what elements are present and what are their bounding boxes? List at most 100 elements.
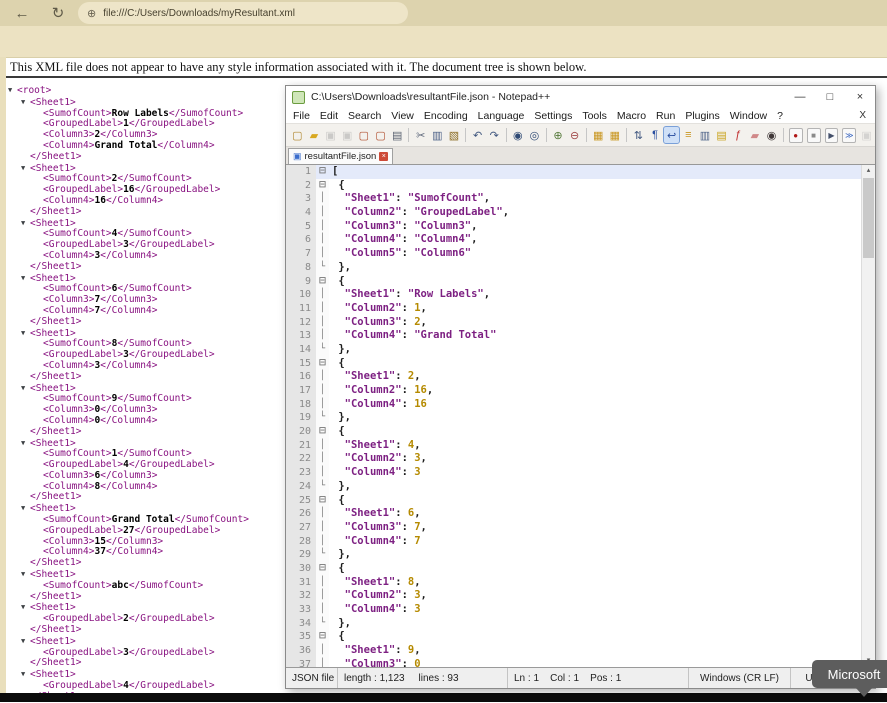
editor-line[interactable]: 23│ "Column4": 3: [286, 466, 875, 480]
doc-list-icon[interactable]: ▤: [714, 127, 729, 143]
doc-map-icon[interactable]: ▥: [698, 127, 713, 143]
menu-view[interactable]: View: [386, 110, 419, 122]
notepad-titlebar[interactable]: C:\Users\Downloads\resultantFile.json - …: [286, 86, 875, 108]
monitoring-icon[interactable]: ◉: [764, 127, 779, 143]
editor-line[interactable]: 25⊟ {: [286, 494, 875, 508]
editor-line[interactable]: 28│ "Column4": 7: [286, 535, 875, 549]
editor-line[interactable]: 1⊟[: [286, 165, 875, 179]
editor-line[interactable]: 26│ "Sheet1": 6,: [286, 507, 875, 521]
editor-line[interactable]: 20⊟ {: [286, 425, 875, 439]
indent-guide-icon[interactable]: ≡: [681, 127, 696, 143]
menu-file[interactable]: File: [288, 110, 315, 122]
editor-line[interactable]: 7│ "Column5": "Column6": [286, 247, 875, 261]
open-folder-icon[interactable]: ▰: [307, 127, 322, 143]
editor-line[interactable]: 22│ "Column2": 3,: [286, 452, 875, 466]
record-macro-icon[interactable]: ●: [789, 128, 803, 143]
menu-window[interactable]: Window: [725, 110, 772, 122]
redo-icon[interactable]: ↷: [487, 127, 502, 143]
save-macro-icon[interactable]: ▣: [859, 127, 874, 143]
address-bar[interactable]: ⊕ file:///C:/Users/Downloads/myResultant…: [78, 2, 408, 24]
undo-icon[interactable]: ↶: [470, 127, 485, 143]
save-session-icon[interactable]: ▦: [608, 127, 623, 143]
minimize-icon[interactable]: —: [785, 86, 815, 108]
stop-macro-icon[interactable]: ■: [807, 128, 821, 143]
editor-line[interactable]: 11│ "Column2": 1,: [286, 302, 875, 316]
fold-marker[interactable]: ⊟: [316, 357, 329, 371]
collapse-arrow-icon[interactable]: ▼: [21, 669, 30, 680]
menu-search[interactable]: Search: [343, 110, 386, 122]
collapse-arrow-icon[interactable]: ▼: [21, 569, 30, 580]
editor-line[interactable]: 19└ },: [286, 411, 875, 425]
tab-close-icon[interactable]: ×: [379, 152, 388, 161]
menu-edit[interactable]: Edit: [315, 110, 343, 122]
copy-icon[interactable]: ▥: [430, 127, 445, 143]
save-icon[interactable]: ▣: [323, 127, 338, 143]
collapse-arrow-icon[interactable]: ▼: [21, 163, 30, 174]
play-macro-icon[interactable]: ▶: [825, 128, 839, 143]
save-all-icon[interactable]: ▣: [340, 127, 355, 143]
cut-icon[interactable]: ✂: [413, 127, 428, 143]
close-icon[interactable]: ×: [845, 86, 875, 108]
editor-line[interactable]: 17│ "Column2": 16,: [286, 384, 875, 398]
zoom-out-icon[interactable]: ⊖: [567, 127, 582, 143]
editor-line[interactable]: 33│ "Column4": 3: [286, 603, 875, 617]
editor-line[interactable]: 27│ "Column3": 7,: [286, 521, 875, 535]
fold-marker[interactable]: ⊟: [316, 630, 329, 644]
menu-run[interactable]: Run: [651, 110, 680, 122]
collapse-arrow-icon[interactable]: ▼: [21, 383, 30, 394]
menu-encoding[interactable]: Encoding: [419, 110, 473, 122]
editor-line[interactable]: 16│ "Sheet1": 2,: [286, 370, 875, 384]
find-icon[interactable]: ◉: [510, 127, 525, 143]
fold-marker[interactable]: ⊟: [316, 425, 329, 439]
menu-plugins[interactable]: Plugins: [680, 110, 724, 122]
paste-icon[interactable]: ▧: [447, 127, 462, 143]
new-file-icon[interactable]: ▢: [290, 127, 305, 143]
editor-scrollbar[interactable]: ▴ ▾: [861, 165, 875, 667]
tab-resultantfile-json[interactable]: ▣ resultantFile.json ×: [288, 148, 393, 164]
function-list-icon[interactable]: ƒ: [731, 127, 746, 143]
editor-line[interactable]: 35⊟ {: [286, 630, 875, 644]
editor-line[interactable]: 24└ },: [286, 480, 875, 494]
menu-settings[interactable]: Settings: [529, 110, 577, 122]
editor-line[interactable]: 34└ },: [286, 617, 875, 631]
sync-scroll-icon[interactable]: ⇅: [631, 127, 646, 143]
close-all-icon[interactable]: ▢: [373, 127, 388, 143]
collapse-arrow-icon[interactable]: ▼: [8, 85, 17, 96]
fold-marker[interactable]: ⊟: [316, 562, 329, 576]
editor-line[interactable]: 36│ "Sheet1": 9,: [286, 644, 875, 658]
menu-macro[interactable]: Macro: [612, 110, 651, 122]
editor-line[interactable]: 29└ },: [286, 548, 875, 562]
editor-line[interactable]: 2⊟ {: [286, 179, 875, 193]
zoom-in-icon[interactable]: ⊕: [551, 127, 566, 143]
fold-marker[interactable]: ⊟: [316, 179, 329, 193]
fold-marker[interactable]: ⊟: [316, 165, 329, 179]
maximize-icon[interactable]: □: [815, 86, 845, 108]
folder-workspace-icon[interactable]: ▰: [748, 127, 763, 143]
pilcrow-icon[interactable]: ¶: [648, 127, 663, 143]
collapse-arrow-icon[interactable]: ▼: [21, 273, 30, 284]
scroll-up-icon[interactable]: ▴: [862, 165, 875, 177]
menu-help[interactable]: ?: [772, 110, 788, 122]
collapse-arrow-icon[interactable]: ▼: [21, 602, 30, 613]
fold-marker[interactable]: ⊟: [316, 275, 329, 289]
collapse-arrow-icon[interactable]: ▼: [21, 503, 30, 514]
reload-icon[interactable]: ↻: [46, 2, 70, 24]
close-file-icon[interactable]: ▢: [357, 127, 372, 143]
editor-line[interactable]: 8└ },: [286, 261, 875, 275]
fold-marker[interactable]: ⊟: [316, 494, 329, 508]
replace-icon[interactable]: ◎: [527, 127, 542, 143]
editor-line[interactable]: 37│ "Column3": 0: [286, 658, 875, 667]
collapse-arrow-icon[interactable]: ▼: [21, 636, 30, 647]
menubar-close-icon[interactable]: X: [850, 110, 875, 121]
collapse-arrow-icon[interactable]: ▼: [21, 218, 30, 229]
collapse-arrow-icon[interactable]: ▼: [21, 438, 30, 449]
editor-line[interactable]: 10│ "Sheet1": "Row Labels",: [286, 288, 875, 302]
restore-session-icon[interactable]: ▦: [591, 127, 606, 143]
editor-line[interactable]: 12│ "Column3": 2,: [286, 316, 875, 330]
word-wrap-icon[interactable]: ↩: [664, 127, 679, 143]
editor-line[interactable]: 31│ "Sheet1": 8,: [286, 576, 875, 590]
menu-tools[interactable]: Tools: [577, 110, 612, 122]
editor-line[interactable]: 9⊟ {: [286, 275, 875, 289]
scrollbar-thumb[interactable]: [863, 178, 874, 258]
editor-line[interactable]: 5│ "Column3": "Column3",: [286, 220, 875, 234]
